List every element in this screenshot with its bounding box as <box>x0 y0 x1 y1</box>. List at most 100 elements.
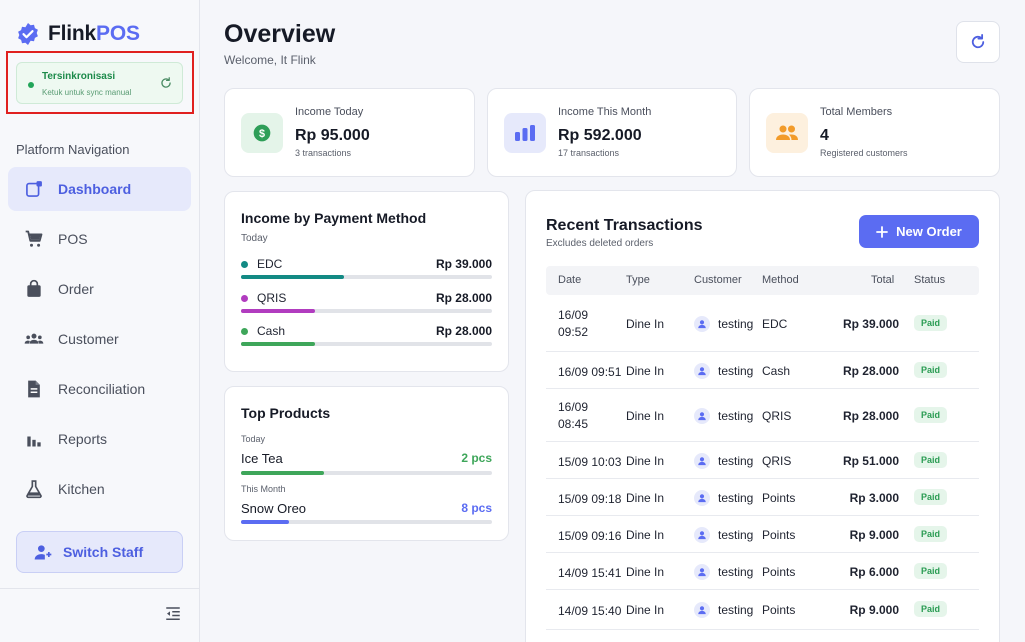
progress-track <box>241 275 492 279</box>
bar-chart-icon <box>504 113 546 153</box>
table-row[interactable]: 14/09 15:40 Dine In testing Points Rp 9.000 P… <box>546 590 979 630</box>
legend-dot <box>241 328 248 335</box>
cell-total: Rp 3.000 <box>849 490 899 505</box>
cell-customer: testing <box>694 362 753 379</box>
sidebar-item-label: Reports <box>58 431 108 447</box>
cell-method: Points <box>762 564 796 579</box>
payment-amount: Rp 28.000 <box>435 324 492 338</box>
payment-amount: Rp 28.000 <box>435 291 492 305</box>
sync-status-dot <box>28 82 34 88</box>
refresh-button[interactable] <box>956 21 1000 63</box>
progress-fill <box>241 309 316 313</box>
user-icon <box>694 526 710 543</box>
svg-text:$: $ <box>259 128 265 140</box>
switch-staff-label: Switch Staff <box>63 544 144 560</box>
customer-name: testing <box>718 490 754 505</box>
stat-card-income-month: Income This Month Rp 592.000 17 transact… <box>487 88 737 177</box>
cell-total: Rp 6.000 <box>849 564 899 579</box>
customer-name: testing <box>718 603 754 617</box>
table-row[interactable]: 15/09 10:03 Dine In testing QRIS Rp 51.000 Pa… <box>546 442 979 479</box>
card-title: Recent Transactions <box>546 217 703 234</box>
page-title: Overview <box>224 20 336 48</box>
user-icon <box>694 563 710 580</box>
payment-amount: Rp 39.000 <box>435 257 492 271</box>
column-header-date: Date <box>558 274 582 286</box>
customer-name: testing <box>718 453 754 468</box>
card-title: Income by Payment Method <box>241 210 427 226</box>
cell-method: Cash <box>762 363 791 378</box>
sidebar-item-label: Order <box>58 281 94 297</box>
document-icon <box>24 379 44 399</box>
progress-track <box>241 342 492 346</box>
column-header-status: Status <box>914 274 946 286</box>
sync-status-card[interactable]: Tersinkronisasi Ketuk untuk sync manual <box>16 62 183 104</box>
welcome-text: Welcome, It Flink <box>224 53 316 67</box>
stat-card-total-members: Total Members 4 Registered customers <box>749 88 1000 177</box>
cell-method: Points <box>762 603 796 617</box>
progress-track <box>241 471 492 475</box>
cell-type: Dine In <box>626 408 665 423</box>
brand-logo[interactable]: FlinkPOS <box>16 22 140 46</box>
sidebar-item-reconciliation[interactable]: Reconciliation <box>8 367 191 411</box>
cell-date: 16/09 08:45 <box>558 399 589 431</box>
new-order-button[interactable]: New Order <box>859 215 979 248</box>
status-badge: Paid <box>914 314 948 331</box>
sidebar-item-pos[interactable]: POS <box>8 217 191 261</box>
table-row[interactable]: 16/09 08:45 Dine In testing QRIS Rp 28.000 Pa… <box>546 389 979 442</box>
cell-total: Rp 28.000 <box>842 408 899 423</box>
cell-type: Dine In <box>626 527 665 542</box>
table-row[interactable]: 16/09 09:52 Dine In testing EDC Rp 39.000 Pai… <box>546 295 979 352</box>
table-row[interactable]: 15/09 09:16 Dine In testing Points Rp 9.000 P… <box>546 516 979 553</box>
progress-track <box>241 309 492 313</box>
customer-name: testing <box>718 564 754 579</box>
sidebar-item-label: Kitchen <box>58 481 105 497</box>
sidebar-item-customer[interactable]: Customer <box>8 317 191 361</box>
cell-customer: testing <box>694 489 754 506</box>
sidebar: FlinkPOS Tersinkronisasi Ketuk untuk syn… <box>0 0 200 642</box>
sidebar-item-dashboard[interactable]: Dashboard <box>8 167 191 211</box>
cell-date: 15/09 09:16 <box>558 528 622 543</box>
cell-date: 16/09 09:51 <box>558 364 622 379</box>
stat-label: Income Today <box>295 106 364 118</box>
new-order-label: New Order <box>896 224 962 239</box>
sync-refresh-icon[interactable] <box>159 76 173 90</box>
table-row[interactable]: 14/09 15:41 Dine In testing Points Rp 6.000 P… <box>546 553 979 590</box>
stat-label: Income This Month <box>558 106 652 118</box>
sidebar-item-reports[interactable]: Reports <box>8 417 191 461</box>
bag-icon <box>24 279 44 299</box>
stat-card-income-today: $ Income Today Rp 95.000 3 transactions <box>224 88 475 177</box>
status-badge: Paid <box>914 361 948 378</box>
sidebar-item-label: POS <box>58 231 88 247</box>
switch-staff-button[interactable]: Switch Staff <box>16 531 183 573</box>
cell-total: Rp 9.000 <box>849 603 899 617</box>
table-row[interactable]: 16/09 09:51 Dine In testing Cash Rp 28.000 Pa… <box>546 352 979 389</box>
cell-customer: testing <box>694 315 753 332</box>
sidebar-divider <box>0 588 199 589</box>
sidebar-item-order[interactable]: Order <box>8 267 191 311</box>
cell-type: Dine In <box>626 490 665 505</box>
sidebar-item-kitchen[interactable]: Kitchen <box>8 467 191 511</box>
brand-name: FlinkPOS <box>48 22 140 45</box>
column-header-total: Total <box>871 274 895 286</box>
status-badge: Paid <box>914 451 948 468</box>
customer-name: testing <box>718 408 754 423</box>
table-row[interactable]: 15/09 09:18 Dine In testing Points Rp 3.000 P… <box>546 479 979 516</box>
cell-total: Rp 39.000 <box>842 316 899 331</box>
cell-type: Dine In <box>626 564 665 579</box>
cell-total: Rp 28.000 <box>842 363 899 378</box>
stat-subtext: Registered customers <box>820 148 908 158</box>
cell-total: Rp 51.000 <box>842 453 899 468</box>
stat-value: Rp 95.000 <box>295 127 370 144</box>
plus-icon <box>876 225 889 238</box>
cell-date: 15/09 10:03 <box>558 454 622 469</box>
sidebar-item-label: Dashboard <box>58 181 132 197</box>
cell-method: QRIS <box>762 408 792 423</box>
switch-user-icon <box>34 545 52 560</box>
progress-track <box>241 520 492 524</box>
dollar-icon: $ <box>241 113 283 153</box>
user-icon <box>694 452 710 469</box>
collapse-sidebar-icon[interactable] <box>164 605 182 623</box>
refresh-icon <box>971 33 985 49</box>
progress-fill <box>241 342 316 346</box>
stat-value: Rp 592.000 <box>558 127 642 144</box>
